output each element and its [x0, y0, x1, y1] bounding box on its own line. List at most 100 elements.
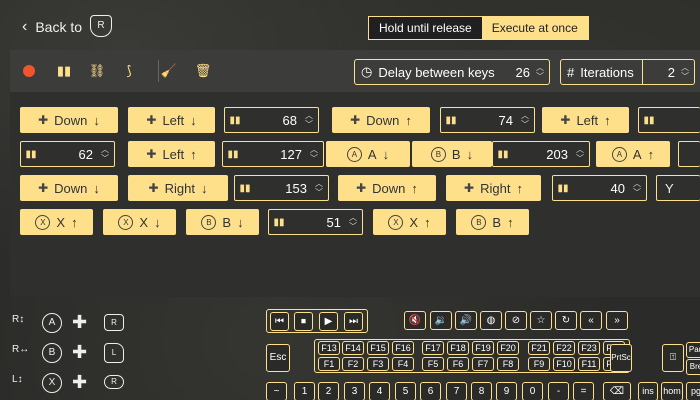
- back-button[interactable]: ‹ Back to: [22, 18, 82, 36]
- delay-stepper[interactable]: ︿ ﹀: [574, 142, 586, 166]
- delay-stepper[interactable]: ︿ ﹀: [631, 176, 643, 200]
- l-trigger-icon[interactable]: L: [104, 343, 124, 363]
- key-f8[interactable]: F8: [497, 357, 519, 371]
- delay-stepper[interactable]: ︿ ﹀: [99, 142, 111, 166]
- key-esc[interactable]: Esc: [266, 344, 290, 372]
- key-prtsc[interactable]: PrtSc: [610, 344, 632, 372]
- key-num-3[interactable]: 3: [344, 382, 365, 400]
- key-num-2[interactable]: 2: [318, 382, 339, 400]
- step-dpad-left-release[interactable]: ✚ Left ↑: [542, 107, 629, 133]
- browser-forward-icon[interactable]: »: [606, 311, 628, 330]
- key-f9[interactable]: F9: [528, 357, 550, 371]
- key-f4[interactable]: F4: [392, 357, 414, 371]
- delay-stepper[interactable]: ︿ ﹀: [347, 210, 359, 234]
- key-num-8[interactable]: 8: [471, 382, 492, 400]
- key-f3[interactable]: F3: [367, 357, 389, 371]
- key-insert[interactable]: ins: [638, 382, 658, 400]
- delete-delays-icon[interactable]: 🗑: [194, 62, 212, 80]
- mode-hold-until-release[interactable]: Hold until release: [369, 17, 482, 39]
- key-f21[interactable]: F21: [528, 341, 550, 355]
- step-b-press[interactable]: B B ↓: [186, 209, 259, 235]
- key-f15[interactable]: F15: [367, 341, 389, 355]
- step-dpad-right-press[interactable]: ✚ Right ↓: [128, 175, 228, 201]
- key-f2[interactable]: F2: [342, 357, 364, 371]
- web-icon[interactable]: ◍: [480, 311, 502, 330]
- record-icon[interactable]: [23, 65, 35, 77]
- step-dpad-down-press[interactable]: ✚ Down ↓: [20, 175, 118, 201]
- broken-link-icon[interactable]: ⛓: [88, 62, 106, 80]
- step-b-release[interactable]: B B ↑: [456, 209, 529, 235]
- key-f16[interactable]: F16: [392, 341, 414, 355]
- key-num-0[interactable]: ~: [266, 382, 287, 400]
- key-f19[interactable]: F19: [472, 341, 494, 355]
- key-num-1[interactable]: 1: [294, 382, 315, 400]
- stop-icon[interactable]: ⏹: [294, 312, 313, 331]
- step-delay[interactable]: ▮▮ 68 ︿ ﹀: [224, 107, 319, 133]
- volume-down-icon[interactable]: 🔉: [430, 311, 452, 330]
- broom-icon[interactable]: 🧹: [160, 62, 178, 80]
- key-f5[interactable]: F5: [422, 357, 444, 371]
- zigzag-icon[interactable]: ⟆: [120, 62, 138, 80]
- r-bumper-icon[interactable]: R: [104, 375, 124, 389]
- step-dpad-left-release[interactable]: ✚ Left ↑: [128, 141, 215, 167]
- step-dpad-down-release[interactable]: ✚ Down ↑: [338, 175, 436, 201]
- favorites-icon[interactable]: ☆: [530, 311, 552, 330]
- step-dpad-left-press[interactable]: ✚ Left ↓: [128, 107, 215, 133]
- key-f7[interactable]: F7: [472, 357, 494, 371]
- mute-icon[interactable]: 🔇: [404, 311, 426, 330]
- delay-stepper[interactable]: ︿ ﹀: [519, 108, 531, 132]
- step-delay-partial[interactable]: ▮▮: [638, 107, 700, 133]
- iterations-stepper[interactable]: ︿ ﹀: [679, 60, 691, 84]
- x-button-icon[interactable]: X: [42, 373, 62, 393]
- key-f1[interactable]: F1: [318, 357, 340, 371]
- key-num-12[interactable]: =: [573, 382, 594, 400]
- step-dpad-right-release[interactable]: ✚ Right ↑: [446, 175, 541, 201]
- step-delay[interactable]: ▮▮ 62 ︿ ﹀: [20, 141, 115, 167]
- play-icon[interactable]: ▶: [319, 312, 338, 331]
- delay-stepper[interactable]: ︿ ﹀: [303, 108, 315, 132]
- step-delay[interactable]: ▮▮ 127 ︿ ﹀: [222, 141, 324, 167]
- r-trigger-lr-icon[interactable]: R↔: [12, 344, 29, 355]
- step-delay[interactable]: ▮▮ 40 ︿ ﹀: [552, 175, 647, 201]
- step-delay[interactable]: ▮▮ 51 ︿ ﹀: [268, 209, 363, 235]
- a-button-icon[interactable]: A: [42, 313, 62, 333]
- next-track-icon[interactable]: ⏭: [344, 312, 363, 331]
- previous-track-icon[interactable]: ⏮: [270, 312, 289, 331]
- key-num-4[interactable]: 4: [369, 382, 390, 400]
- key-page-up[interactable]: pg: [686, 382, 700, 400]
- step-a-release[interactable]: A A ↑: [596, 141, 670, 167]
- scroll-lock-icon[interactable]: ⍐: [662, 344, 684, 372]
- key-num-10[interactable]: 0: [522, 382, 543, 400]
- delay-stepper[interactable]: ︿ ﹀: [534, 60, 546, 84]
- key-f22[interactable]: F22: [553, 341, 575, 355]
- mail-icon[interactable]: ⊘: [505, 311, 527, 330]
- backspace-icon[interactable]: ⌫: [603, 382, 631, 400]
- key-home[interactable]: hom: [661, 382, 683, 400]
- key-f10[interactable]: F10: [553, 357, 575, 371]
- key-num-9[interactable]: 9: [496, 382, 517, 400]
- mode-execute-at-once[interactable]: Execute at once: [481, 17, 588, 39]
- key-f17[interactable]: F17: [422, 341, 444, 355]
- dpad-icon[interactable]: ✚: [72, 312, 87, 333]
- step-a-press[interactable]: A A ↓: [326, 141, 410, 167]
- r-trigger-stick-icon[interactable]: R↕: [12, 314, 24, 325]
- volume-up-icon[interactable]: 🔊: [455, 311, 477, 330]
- b-button-icon[interactable]: B: [42, 343, 62, 363]
- step-b-press[interactable]: B B ↓: [412, 141, 492, 167]
- r-bumper-icon[interactable]: R: [104, 314, 124, 331]
- step-delay[interactable]: ▮▮ 74 ︿ ﹀: [440, 107, 535, 133]
- step-delay[interactable]: ▮▮ 203 ︿ ﹀: [492, 141, 590, 167]
- key-pause[interactable]: Pau: [686, 342, 700, 358]
- key-f20[interactable]: F20: [497, 341, 519, 355]
- step-dpad-down-press[interactable]: ✚ Down ↓: [20, 107, 118, 133]
- step-x-release[interactable]: X X ↑: [373, 209, 446, 235]
- step-delay[interactable]: ▮▮ 153 ︿ ﹀: [234, 175, 329, 201]
- delay-stepper[interactable]: ︿ ﹀: [308, 142, 320, 166]
- key-f6[interactable]: F6: [447, 357, 469, 371]
- key-num-7[interactable]: 7: [446, 382, 467, 400]
- pause-delay-icon[interactable]: ▮▮: [55, 62, 73, 80]
- step-y-partial[interactable]: Y: [656, 175, 700, 201]
- refresh-icon[interactable]: ↻: [555, 311, 577, 330]
- key-f14[interactable]: F14: [342, 341, 364, 355]
- key-f23[interactable]: F23: [578, 341, 600, 355]
